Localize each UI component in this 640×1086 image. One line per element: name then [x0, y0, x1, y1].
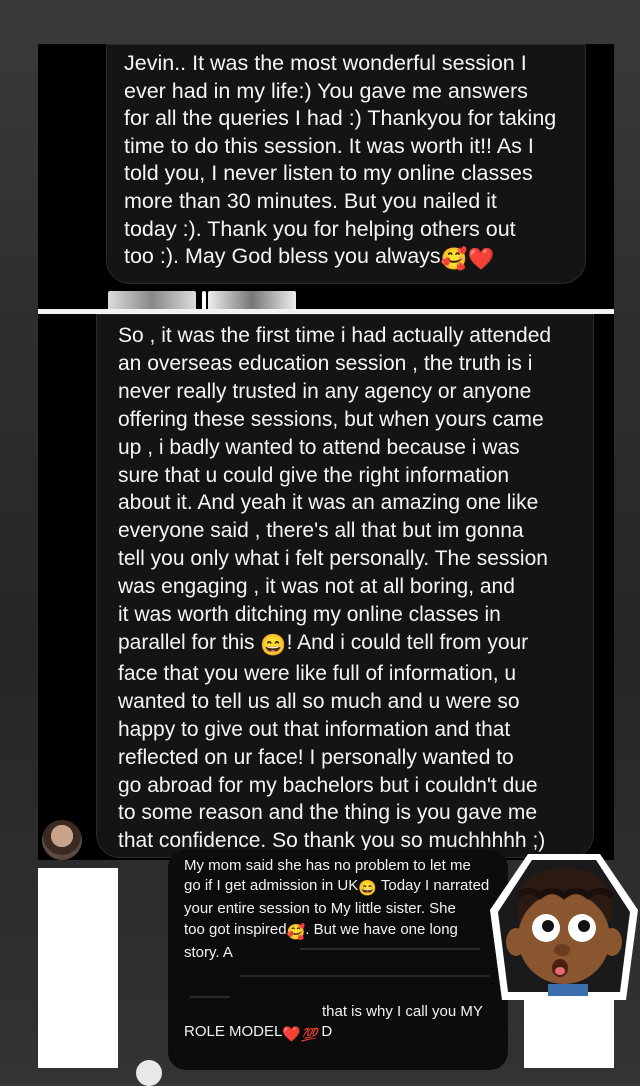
message-3-text: My mom said she has no problem to let me…: [184, 857, 490, 961]
red-heart-emoji-icon: ❤️: [282, 1026, 302, 1043]
image-thumbnails: [108, 291, 298, 311]
hundred-points-emoji-icon: 💯: [301, 1027, 318, 1042]
user-avatar-icon[interactable]: [42, 820, 82, 860]
message-3-line: that is why I call you MY: [322, 1003, 483, 1020]
cartoon-character-sticker: [490, 854, 638, 1000]
smiling-hearts-emoji-icon: 🥰: [286, 923, 306, 941]
blurred-text: [300, 948, 480, 950]
message-1-text: Jevin.. It was the most wonderful sessio…: [124, 50, 579, 274]
blurred-text: [190, 996, 230, 998]
grinning-emoji-icon: 😄: [260, 633, 287, 657]
redaction-box-left: [38, 868, 118, 1068]
grinning-emoji-icon: 😄: [358, 880, 377, 898]
message-2-text: So , it was the first time i had actuall…: [118, 324, 552, 853]
smiling-hearts-emoji-icon: 🥰: [440, 247, 468, 272]
blurred-text: [240, 975, 490, 977]
message-3-line: ROLE MODEL❤️💯 D: [184, 1023, 333, 1043]
red-heart-emoji-icon: ❤️: [467, 247, 495, 272]
avatar: [136, 1060, 162, 1086]
